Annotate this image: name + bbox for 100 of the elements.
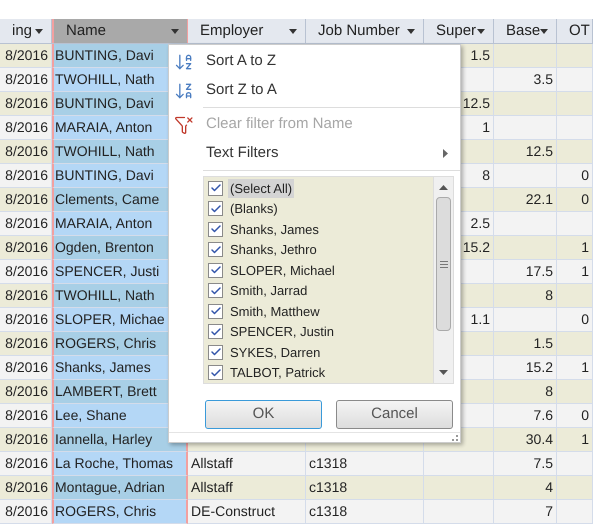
check-icon [210,366,222,379]
filter-value[interactable]: SLOPER, Michael [228,260,337,280]
table-cell: 1 [557,236,593,260]
filter-value[interactable]: (Blanks) [228,199,280,218]
table-cell: 7.5 [494,452,557,476]
check-icon [210,284,222,297]
checkbox[interactable] [208,201,223,216]
table-cell: Montague, Adrian [52,476,188,500]
dropdown-arrow-icon[interactable] [477,28,485,34]
table-cell: c1318 [306,452,424,476]
table-cell: 8/2016 [0,428,52,452]
table-cell: 8/2016 [0,164,52,188]
dialog-button[interactable]: Cancel [336,400,453,429]
checkbox[interactable] [208,365,223,380]
table-cell: c1318 [306,476,424,500]
table-cell: 8/2016 [0,236,52,260]
filter-value[interactable]: TALBOT, Patrick [228,363,328,382]
dropdown-arrow-icon[interactable] [171,28,179,34]
filter-value[interactable]: SYKES, Darren [228,342,322,362]
table-cell: La Roche, Thomas [52,452,188,476]
table-cell [494,164,557,188]
scroll-down-icon[interactable] [439,370,448,375]
table-cell: 22.1 [494,188,557,212]
checkbox[interactable] [208,242,223,258]
filter-value[interactable]: Shanks, Jethro [228,240,319,260]
table-cell [494,212,557,236]
table-cell: 8/2016 [0,188,52,212]
scrollbar[interactable] [433,177,453,383]
table-cell: 7 [494,500,557,524]
table-cell [557,68,593,92]
column-header[interactable]: Base [494,19,557,43]
table-cell: 17.5 [494,260,557,284]
filter-value[interactable]: SPENCER, Justin [228,322,336,342]
checkbox[interactable] [208,222,223,237]
table-cell: 12.5 [494,140,557,164]
table-cell [494,44,557,68]
scroll-thumb[interactable] [436,197,451,331]
table-cell: 8/2016 [0,116,52,140]
table-cell: 1 [557,260,593,284]
table-cell [557,284,593,308]
sort-descending-icon [174,80,194,100]
table-cell: ROGERS, Chris [52,500,188,524]
dropdown-arrow-icon[interactable] [407,28,415,34]
checkbox[interactable] [208,283,223,298]
dialog-button[interactable]: OK [205,400,322,429]
filter-value[interactable]: (Select All) [228,178,294,198]
dropdown-arrow-icon[interactable] [289,28,297,34]
table-cell: 0 [557,308,593,332]
table-cell [557,476,593,500]
table-cell [424,500,494,524]
dropdown-arrow-icon[interactable] [540,28,548,34]
table-cell: 8/2016 [0,476,52,500]
table-cell [557,500,593,524]
table-cell: 8/2016 [0,500,52,524]
checkbox[interactable] [208,304,223,319]
table-cell [557,44,593,68]
table-cell [557,92,593,116]
column-header[interactable]: Name [52,19,188,43]
filter-value[interactable]: Shanks, James [228,220,321,239]
table-cell: 8/2016 [0,404,52,428]
table-cell: 8/2016 [0,356,52,380]
table-cell [557,380,593,404]
table-cell: 0 [557,404,593,428]
column-header[interactable]: Job Number [306,19,424,43]
dropdown-arrow-icon[interactable] [35,28,43,34]
resize-grip-icon[interactable] [452,435,458,441]
column-header[interactable]: Employer [188,19,306,43]
table-cell: 1.5 [494,332,557,356]
column-header[interactable]: Super [424,19,494,43]
table-cell: 8/2016 [0,92,52,116]
table-cell: 8/2016 [0,212,52,236]
check-icon [210,326,222,338]
table-cell [557,332,593,356]
table-cell: 8/2016 [0,380,52,404]
clear-filter-icon [174,114,194,134]
table-cell: 8/2016 [0,332,52,356]
table-cell [557,452,593,476]
checkbox[interactable] [208,180,223,196]
checkbox[interactable] [208,324,223,340]
table-cell: 0 [557,164,593,188]
table-cell [494,236,557,260]
table-cell: 1 [557,428,593,452]
table-cell [424,452,494,476]
filter-value[interactable]: Smith, Matthew [228,302,322,321]
table-cell [494,92,557,116]
checkbox[interactable] [208,262,223,278]
table-cell: Iannella, Harley [52,428,188,452]
table-cell: c1318 [306,500,424,524]
scroll-up-icon[interactable] [439,185,448,190]
table-cell: Allstaff [188,476,306,500]
table-cell: DE-Construct [188,500,306,524]
grip-icon [440,260,448,268]
table-cell [494,308,557,332]
table-cell [557,140,593,164]
checkbox[interactable] [208,344,223,360]
filter-value[interactable]: Smith, Jarrad [228,281,310,300]
table-cell: 8/2016 [0,308,52,332]
column-header[interactable]: OT [557,19,593,43]
table-cell: 8 [494,380,557,404]
table-cell: 8 [494,284,557,308]
